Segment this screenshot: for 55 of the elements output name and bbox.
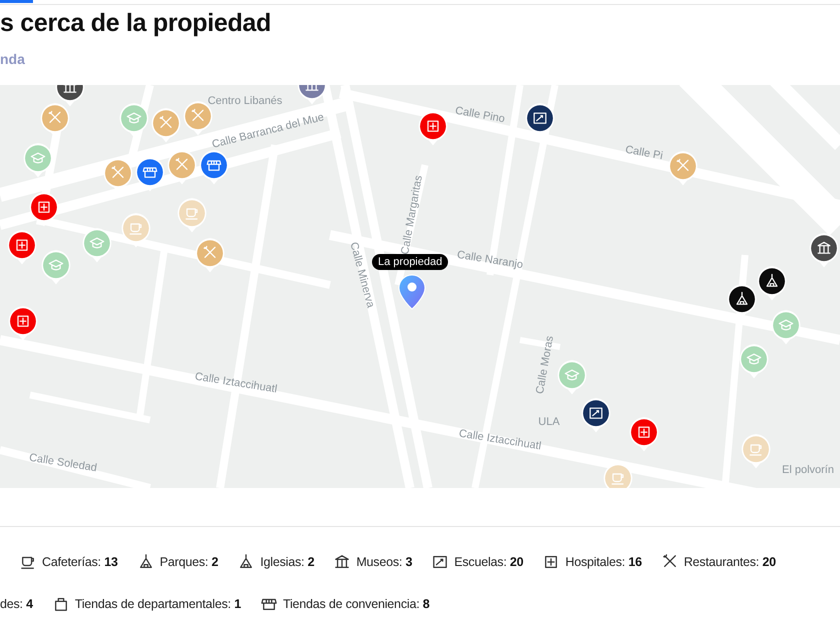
cup-pin[interactable] [121, 213, 151, 250]
map-label: Calle Soledad [28, 452, 98, 474]
map-label: Calle Margaritas [399, 174, 425, 256]
store-icon [260, 596, 277, 612]
cross-pin[interactable] [418, 111, 448, 148]
map-label: Calle Pino [454, 104, 506, 126]
fork-knife-pin[interactable] [151, 108, 181, 145]
category-count: des: 4 [0, 597, 33, 611]
cross-pin[interactable] [629, 417, 659, 454]
cafe-icon [20, 554, 36, 570]
section-subtitle: nda [0, 50, 25, 67]
category-count: Museos: 3 [356, 555, 412, 569]
board-icon [432, 554, 448, 570]
map-label: Calle Pi [624, 144, 664, 162]
map-label: Calle Barranca del Mue [210, 111, 326, 151]
board-pin[interactable] [581, 398, 611, 435]
category-count: Restaurantes: 20 [684, 555, 776, 569]
cross-pin[interactable] [29, 192, 59, 229]
cross-pin[interactable] [7, 230, 37, 267]
category-count: Tiendas de conveniencia: 8 [282, 597, 430, 611]
map-label: ULA [538, 416, 560, 428]
columns-icon [334, 554, 350, 570]
fork-knife-pin[interactable] [668, 151, 698, 188]
cross-icon [543, 554, 560, 570]
category-count: Cafeterías: 13 [42, 555, 118, 569]
category-count: Escuelas: 20 [454, 555, 524, 569]
map-label: Centro Libanés [208, 95, 282, 107]
graduation-cap-pin[interactable] [23, 143, 53, 180]
map-label: Calle Moras [534, 335, 556, 395]
map-label: Calle Iztaccihuatl [458, 428, 542, 452]
category-count: Tiendas de departamentales: 1 [74, 597, 241, 611]
location-pin-icon [398, 274, 426, 310]
cup-pin[interactable] [177, 198, 207, 235]
fork-knife-icon [662, 554, 678, 570]
category-count: Hospitales: 16 [565, 555, 642, 569]
church-pin[interactable] [757, 266, 787, 303]
cup-pin[interactable] [741, 434, 771, 471]
bag-icon [52, 596, 69, 612]
storefront-pin[interactable] [135, 157, 165, 194]
property-label: La propiedad [372, 254, 448, 270]
map-label: Calle Iztaccihuatl [194, 370, 278, 396]
category-count: Parques: 2 [160, 555, 218, 569]
church-icon [138, 554, 154, 570]
map-label: El polvorín [782, 464, 834, 476]
columns-pin[interactable] [809, 233, 839, 270]
section-title: s cerca de la propiedad [0, 8, 272, 38]
fork-knife-pin[interactable] [195, 238, 225, 275]
category-count: Iglesias: 2 [260, 555, 314, 569]
map-label: Calle Naranjo [456, 248, 524, 272]
graduation-cap-pin[interactable] [82, 228, 112, 265]
active-tab-indicator [0, 0, 33, 3]
graduation-cap-pin[interactable] [739, 344, 769, 381]
graduation-cap-pin[interactable] [771, 310, 801, 347]
storefront-pin[interactable] [199, 150, 229, 187]
church-icon [238, 554, 254, 570]
